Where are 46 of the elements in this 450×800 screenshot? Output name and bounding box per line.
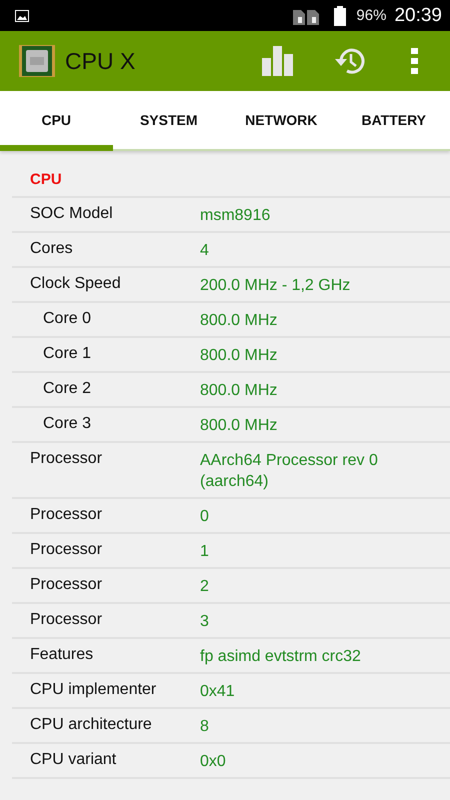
section-title: CPU (12, 163, 450, 198)
battery-percent: 96% (356, 7, 386, 24)
row-value: 0x0 (200, 752, 227, 772)
row-label: CPU implementer (29, 681, 158, 699)
row-label: Cores (29, 240, 74, 258)
battery-icon (334, 6, 346, 26)
clock: 20:39 (394, 4, 442, 26)
row-label: Core 0 (42, 310, 92, 328)
row-value: 200.0 MHz - 1,2 GHz (200, 276, 352, 296)
row-value: 0x41 (200, 682, 236, 702)
row-value: 800.0 MHz (200, 346, 278, 366)
row-label: Core 3 (42, 415, 92, 433)
row-label: CPU architecture (29, 716, 153, 734)
row-label: Clock Speed (29, 275, 122, 293)
tab[interactable]: SYSTEM (112, 91, 225, 151)
row-value: fp asimd evtstrm crc32 (200, 647, 362, 667)
row-label: Processor (29, 541, 104, 559)
row-value: 800.0 MHz (200, 311, 278, 331)
row-label: SOC Model (29, 205, 114, 223)
row-label: Core 2 (42, 380, 92, 398)
row-value: 0 (200, 507, 210, 527)
row-label: CPU variant (29, 751, 118, 769)
row-value: 8 (200, 717, 210, 737)
row-value: 1 (200, 542, 210, 562)
bar-chart-icon[interactable] (262, 46, 293, 76)
tab[interactable]: CPU (0, 91, 112, 151)
row-label: Processor (29, 576, 104, 594)
row-label: Processor (29, 450, 104, 468)
more-options-icon[interactable] (411, 48, 418, 74)
row-value: 4 (200, 241, 210, 261)
gallery-icon (15, 10, 29, 22)
row-label: Core 1 (42, 345, 92, 363)
app-title: CPU X (65, 48, 136, 74)
row-label: Processor (29, 506, 104, 524)
row-value: 800.0 MHz (200, 381, 278, 401)
row-value: msm8916 (200, 206, 272, 226)
history-icon[interactable] (333, 46, 365, 76)
row-value: 2 (200, 577, 210, 597)
chip-icon (19, 43, 55, 79)
tab[interactable]: BATTERY (338, 91, 450, 151)
row-label: Features (29, 646, 94, 664)
row-label: Processor (29, 611, 104, 629)
row-value: 3 (200, 612, 210, 632)
row-value: 800.0 MHz (200, 416, 278, 436)
tab[interactable]: NETWORK (225, 91, 338, 151)
row-value: AArch64 Processor rev 0 (aarch64) (200, 451, 379, 492)
